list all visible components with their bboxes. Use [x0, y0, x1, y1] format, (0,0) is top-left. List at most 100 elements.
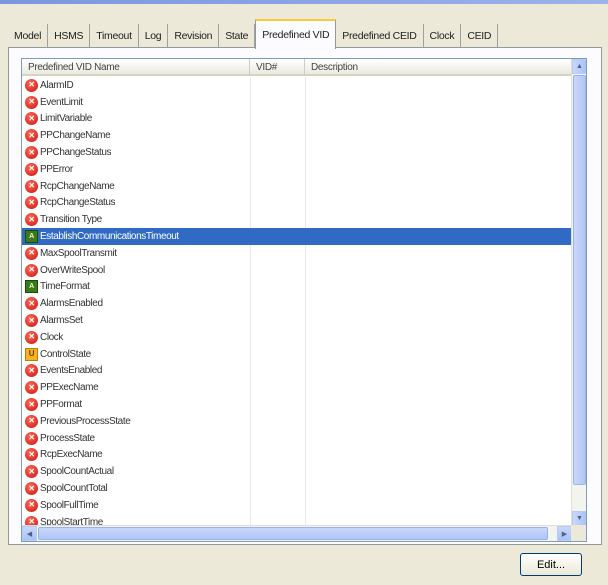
vid-name-label: PPChangeName: [40, 130, 111, 142]
arrow-right-icon: ▶: [561, 530, 568, 538]
vid-name-cell: ✕ AlarmsSet: [22, 312, 250, 329]
vid-name-label: ControlState: [40, 348, 91, 360]
list-item[interactable]: ✕ ProcessState: [22, 430, 572, 447]
vid-name-cell: ✕ SpoolCountTotal: [22, 480, 250, 497]
list-item[interactable]: U ControlState: [22, 346, 572, 363]
vid-name-cell: ✕ PreviousProcessState: [22, 413, 250, 430]
predefined-vid-list[interactable]: Predefined VID Name VID# Description ✕ Al…: [21, 58, 587, 542]
horizontal-scrollbar[interactable]: ◀ ▶: [22, 525, 572, 541]
error-icon: ✕: [25, 213, 38, 227]
tab-state[interactable]: State: [219, 24, 256, 48]
list-item[interactable]: ✕ MaxSpoolTransmit: [22, 245, 572, 262]
vid-name-cell: ✕ PPFormat: [22, 396, 250, 413]
list-header: Predefined VID Name VID# Description: [22, 59, 572, 76]
vid-name-cell: ✕ Transition Type: [22, 211, 250, 228]
vid-name-cell: ✕ AlarmsEnabled: [22, 295, 250, 312]
list-item[interactable]: ✕ PPExecName: [22, 379, 572, 396]
list-item[interactable]: ✕ PreviousProcessState: [22, 413, 572, 430]
tab-hsms[interactable]: HSMS: [48, 24, 91, 48]
vid-name-cell: ✕ MaxSpoolTransmit: [22, 245, 250, 262]
vid-name-cell: ✕ PPChangeName: [22, 127, 250, 144]
tab-predefined-ceid[interactable]: Predefined CEID: [336, 24, 424, 48]
scroll-left-button[interactable]: ◀: [22, 526, 37, 541]
vid-name-label: RcpChangeStatus: [40, 197, 116, 209]
vid-name-cell: U ControlState: [22, 346, 250, 363]
vid-name-label: LimitVariable: [40, 113, 92, 125]
vid-name-cell: ✕ EventsEnabled: [22, 363, 250, 380]
error-icon: ✕: [25, 95, 38, 109]
column-header-name[interactable]: Predefined VID Name: [22, 59, 250, 76]
list-item[interactable]: ✕ PPFormat: [22, 396, 572, 413]
list-item[interactable]: ✕ Transition Type: [22, 211, 572, 228]
vid-name-label: EstablishCommunicationsTimeout: [40, 231, 179, 243]
vid-name-label: EventLimit: [40, 96, 83, 108]
tab-model[interactable]: Model: [8, 24, 49, 48]
vid-name-label: Transition Type: [40, 214, 102, 226]
error-icon: ✕: [25, 146, 38, 160]
list-item[interactable]: ✕ EventsEnabled: [22, 363, 572, 380]
error-icon: ✕: [25, 398, 38, 412]
list-item[interactable]: ✕ RcpChangeName: [22, 178, 572, 195]
list-item[interactable]: ✕ OverWriteSpool: [22, 262, 572, 279]
tab-panel-predefined-vid: Predefined VID Name VID# Description ✕ Al…: [8, 47, 602, 545]
list-item[interactable]: ✕ AlarmsEnabled: [22, 295, 572, 312]
vid-name-label: SpoolCountTotal: [40, 483, 108, 495]
vid-name-cell: ✕ PPError: [22, 161, 250, 178]
vid-name-cell: ✕ PPExecName: [22, 379, 250, 396]
window-top-edge: [0, 0, 608, 4]
uint-icon: U: [25, 347, 38, 361]
vid-name-cell: ✕ PPChangeStatus: [22, 144, 250, 161]
scroll-right-button[interactable]: ▶: [557, 526, 572, 541]
scroll-up-button[interactable]: ▲: [572, 59, 586, 74]
list-item[interactable]: A TimeFormat: [22, 279, 572, 296]
vid-name-cell: A TimeFormat: [22, 279, 250, 296]
list-item[interactable]: ✕ PPError: [22, 161, 572, 178]
vid-name-label: AlarmID: [40, 79, 74, 91]
vid-name-cell: ✕ SpoolFullTime: [22, 497, 250, 514]
vid-name-label: AlarmsSet: [40, 315, 83, 327]
error-icon: ✕: [25, 381, 38, 395]
list-item[interactable]: ✕ Clock: [22, 329, 572, 346]
list-item[interactable]: ✕ RcpExecName: [22, 447, 572, 464]
error-icon: ✕: [25, 330, 38, 344]
list-item[interactable]: ✕ EventLimit: [22, 94, 572, 111]
list-item[interactable]: ✕ AlarmsSet: [22, 312, 572, 329]
tab-timeout[interactable]: Timeout: [90, 24, 139, 48]
list-item[interactable]: ✕ RcpChangeStatus: [22, 195, 572, 212]
list-item[interactable]: ✕ AlarmID: [22, 77, 572, 94]
vertical-scroll-thumb[interactable]: [573, 75, 586, 485]
vertical-scrollbar[interactable]: ▲ ▼: [571, 59, 586, 526]
vid-name-label: OverWriteSpool: [40, 264, 105, 276]
vid-name-label: PPExecName: [40, 382, 99, 394]
list-item[interactable]: ✕ LimitVariable: [22, 111, 572, 128]
list-item[interactable]: ✕ SpoolCountActual: [22, 463, 572, 480]
vid-name-cell: ✕ RcpChangeName: [22, 178, 250, 195]
vid-name-cell: ✕ LimitVariable: [22, 111, 250, 128]
list-item[interactable]: ✕ PPChangeName: [22, 127, 572, 144]
tab-revision[interactable]: Revision: [168, 24, 220, 48]
vid-name-cell: ✕ RcpChangeStatus: [22, 195, 250, 212]
horizontal-scroll-thumb[interactable]: [38, 527, 548, 540]
error-icon: ✕: [25, 465, 38, 479]
column-header-vid[interactable]: VID#: [250, 59, 305, 76]
arrow-left-icon: ◀: [26, 530, 33, 538]
vid-name-label: PPChangeStatus: [40, 147, 112, 159]
list-item[interactable]: ✕ SpoolFullTime: [22, 497, 572, 514]
column-header-description[interactable]: Description: [305, 59, 572, 76]
vid-name-label: TimeFormat: [40, 281, 90, 293]
list-item[interactable]: A EstablishCommunicationsTimeout: [22, 228, 572, 245]
scrollbar-corner: [571, 525, 586, 541]
edit-button[interactable]: Edit...: [520, 553, 582, 576]
error-icon: ✕: [25, 448, 38, 462]
vid-name-label: RcpExecName: [40, 449, 103, 461]
tab-clock[interactable]: Clock: [424, 24, 462, 48]
tab-ceid[interactable]: CEID: [461, 24, 499, 48]
arrow-up-icon: ▲: [576, 63, 583, 70]
list-item[interactable]: ✕ PPChangeStatus: [22, 144, 572, 161]
tab-predefined-vid[interactable]: Predefined VID: [255, 19, 337, 49]
tab-log[interactable]: Log: [139, 24, 169, 48]
vid-name-cell: ✕ Clock: [22, 329, 250, 346]
scroll-down-button[interactable]: ▼: [572, 511, 586, 526]
ascii-icon: A: [25, 280, 38, 294]
list-item[interactable]: ✕ SpoolCountTotal: [22, 480, 572, 497]
